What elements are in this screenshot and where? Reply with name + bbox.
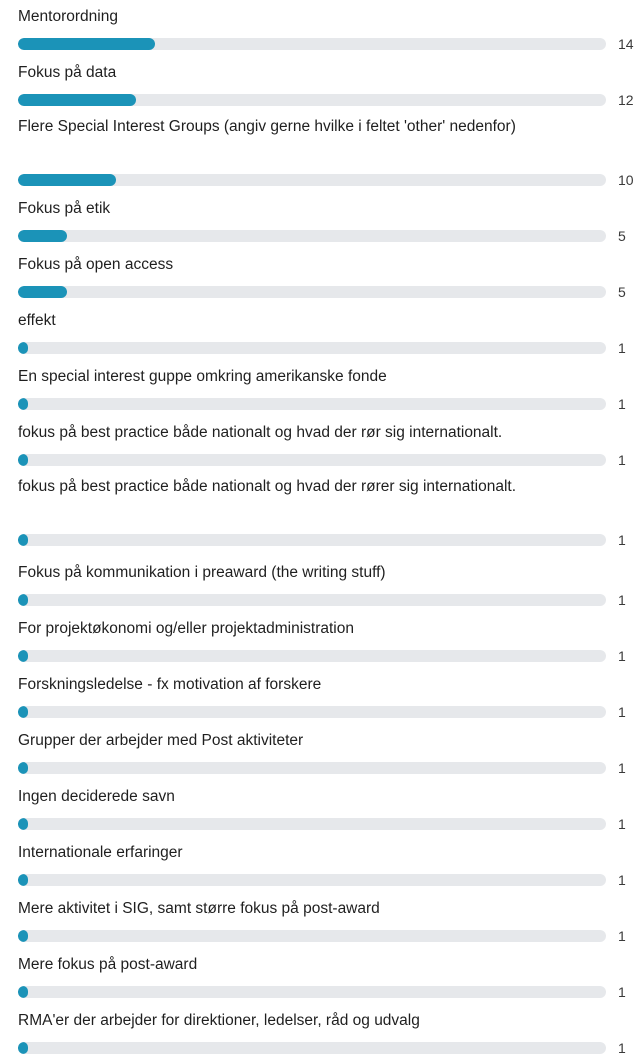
bar-value-label: 1 — [618, 928, 626, 944]
category-label: En special interest guppe omkring amerik… — [18, 368, 387, 385]
bar-track — [18, 94, 606, 106]
bar-value-label: 14 — [618, 36, 634, 52]
bar — [18, 230, 67, 242]
bar — [18, 398, 28, 410]
bar-track — [18, 930, 606, 942]
category-label: Fokus på kommunikation i preaward (the w… — [18, 564, 386, 581]
category-label: Fokus på open access — [18, 256, 174, 273]
bar-value-label: 5 — [618, 284, 626, 300]
bar-track — [18, 874, 606, 886]
category-label: Ingen deciderede savn — [18, 788, 175, 805]
bar-value-label: 1 — [618, 1040, 626, 1056]
bar-value-label: 1 — [618, 396, 626, 412]
bar — [18, 286, 67, 298]
bar — [18, 762, 28, 774]
bar — [18, 706, 28, 718]
bar — [18, 342, 28, 354]
bar-value-label: 1 — [618, 648, 626, 664]
bar-track — [18, 342, 606, 354]
bar-track — [18, 174, 606, 186]
bar — [18, 38, 156, 50]
bar-value-label: 10 — [618, 172, 634, 188]
bar-value-label: 1 — [618, 816, 626, 832]
category-label: RMA'er der arbejder for direktioner, led… — [18, 1012, 420, 1029]
category-label: Fokus på etik — [18, 200, 111, 217]
bar-value-label: 12 — [618, 92, 634, 108]
bar — [18, 650, 28, 662]
bar-value-label: 1 — [618, 872, 626, 888]
category-label: Forskningsledelse - fx motivation af for… — [18, 676, 322, 693]
category-label: Fokus på data — [18, 64, 117, 81]
category-label: Internationale erfaringer — [18, 844, 183, 861]
bar — [18, 1042, 28, 1054]
bar-value-label: 1 — [618, 760, 626, 776]
bar — [18, 594, 28, 606]
bar — [18, 94, 136, 106]
bar-track — [18, 986, 606, 998]
category-label: Flere Special Interest Groups (angiv ger… — [18, 118, 516, 135]
bar — [18, 454, 28, 466]
category-label: Grupper der arbejder med Post aktivitete… — [18, 732, 304, 749]
bar-track — [18, 454, 606, 466]
bar-track — [18, 534, 606, 546]
bar-value-label: 1 — [618, 984, 626, 1000]
category-label: For projektøkonomi og/eller projektadmin… — [18, 620, 354, 637]
bar-track — [18, 706, 606, 718]
bar-track — [18, 818, 606, 830]
bar — [18, 174, 116, 186]
bar-track — [18, 1042, 606, 1054]
bar — [18, 930, 28, 942]
bar-value-label: 1 — [618, 340, 626, 356]
category-label: fokus på best practice både nationalt og… — [18, 478, 517, 495]
bar-value-label: 1 — [618, 532, 626, 548]
category-label: fokus på best practice både nationalt og… — [18, 424, 503, 441]
bar — [18, 874, 28, 886]
bar-value-label: 1 — [618, 452, 626, 468]
bar — [18, 818, 28, 830]
bar-track — [18, 594, 606, 606]
bar — [18, 986, 28, 998]
bar-track — [18, 650, 606, 662]
bar-track — [18, 762, 606, 774]
bar-value-label: 1 — [618, 704, 626, 720]
category-label: effekt — [18, 312, 56, 329]
category-label: Mere fokus på post-award — [18, 956, 198, 973]
bar-track — [18, 230, 606, 242]
bar — [18, 534, 28, 546]
bar-track — [18, 38, 606, 50]
category-label: Mentorordning — [18, 8, 118, 25]
bar-track — [18, 286, 606, 298]
bar-value-label: 5 — [618, 228, 626, 244]
category-label: Mere aktivitet i SIG, samt større fokus … — [18, 900, 380, 917]
bar-value-label: 1 — [618, 592, 626, 608]
bar-track — [18, 398, 606, 410]
horizontal-bar-chart: Mentorordning 14 Fokus på data 12 Flere Spec… — [0, 0, 641, 1057]
